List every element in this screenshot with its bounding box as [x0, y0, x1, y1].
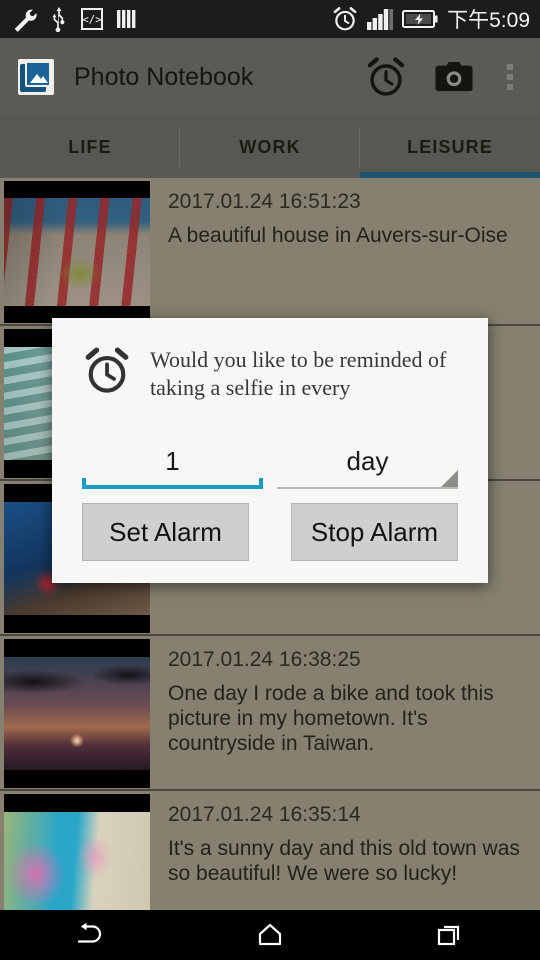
status-bar: </> 下午5:09 — [0, 0, 540, 38]
list-item-text: 2017.01.24 16:51:23 A beautiful house in… — [150, 178, 540, 258]
list-item-thumbnail[interactable] — [4, 794, 150, 910]
back-icon — [77, 922, 102, 943]
list-item[interactable]: 2017.01.24 16:38:25 One day I rode a bik… — [0, 636, 540, 791]
dialog-header: Would you like to be reminded of taking … — [82, 344, 458, 402]
list-item-thumbnail[interactable] — [4, 639, 150, 788]
list-item-description: A beautiful house in Auvers-sur-Oise — [168, 224, 508, 247]
camera-action-button[interactable] — [420, 38, 488, 116]
interval-value-text: 1 — [165, 446, 180, 476]
interval-unit-text: day — [346, 446, 389, 476]
tab-leisure[interactable]: LEISURE — [360, 116, 540, 178]
overflow-menu-icon — [507, 64, 513, 90]
svg-text:</>: </> — [82, 13, 102, 26]
list-item-date: 2017.01.24 16:38:25 — [168, 648, 361, 671]
code-icon: </> — [81, 8, 103, 30]
status-bar-right-icons: 下午5:09 — [332, 4, 530, 34]
list-item-thumbnail[interactable] — [4, 181, 150, 323]
tab-label: LEISURE — [407, 136, 493, 157]
list-item-description: It's a sunny day and this old town was s… — [168, 837, 520, 885]
alarm-dialog: Would you like to be reminded of taking … — [52, 318, 488, 583]
dialog-buttons: Set Alarm Stop Alarm — [82, 503, 458, 561]
status-bar-clock: 下午5:09 — [447, 9, 530, 32]
tab-label: WORK — [239, 136, 301, 157]
tab-label: LIFE — [68, 136, 112, 157]
photo-album-icon — [18, 59, 54, 95]
app-bar-actions — [352, 38, 532, 116]
navigation-bar — [0, 910, 540, 960]
chevron-down-icon — [441, 470, 458, 487]
bars-icon — [117, 10, 136, 28]
interval-value-input[interactable]: 1 — [82, 446, 263, 489]
wrench-icon — [14, 9, 37, 32]
alarm-action-button[interactable] — [352, 38, 420, 116]
recents-icon — [437, 925, 460, 946]
overflow-menu-button[interactable] — [488, 38, 532, 116]
app-bar: Photo Notebook — [0, 38, 540, 116]
tab-life[interactable]: LIFE — [0, 116, 180, 178]
camera-icon — [435, 61, 473, 92]
input-underline — [82, 485, 263, 489]
alarm-icon — [367, 57, 405, 96]
home-icon — [258, 923, 282, 946]
spinner-underline — [277, 487, 458, 489]
input-tick-right — [259, 478, 263, 489]
list-item[interactable]: 2017.01.24 16:35:14 It's a sunny day and… — [0, 791, 540, 910]
phone-screen: </> 下午5:09 Photo Notebook LIFE WORK LEIS… — [0, 0, 540, 960]
list-item-description: One day I rode a bike and took this pict… — [168, 682, 494, 755]
interval-unit-spinner[interactable]: day — [277, 446, 458, 489]
list-item-text: 2017.01.24 16:35:14 It's a sunny day and… — [150, 791, 540, 896]
dialog-fields: 1 day — [82, 446, 458, 489]
list-item-text: 2017.01.24 16:38:25 One day I rode a bik… — [150, 636, 540, 766]
recents-button[interactable] — [360, 910, 540, 960]
list-item-date: 2017.01.24 16:51:23 — [168, 190, 361, 213]
signal-icon — [367, 9, 394, 30]
page-title: Photo Notebook — [74, 62, 254, 91]
back-button[interactable] — [0, 910, 180, 960]
tab-bar: LIFE WORK LEISURE — [0, 116, 540, 178]
tab-work[interactable]: WORK — [180, 116, 360, 178]
list-item-date: 2017.01.24 16:35:14 — [168, 803, 361, 826]
list-item[interactable]: 2017.01.24 16:51:23 A beautiful house in… — [0, 178, 540, 326]
set-alarm-button[interactable]: Set Alarm — [82, 503, 249, 561]
alarm-icon — [333, 7, 357, 31]
battery-charging-icon — [402, 10, 438, 28]
status-bar-left-icons: </> — [12, 6, 136, 32]
stop-alarm-button[interactable]: Stop Alarm — [291, 503, 458, 561]
alarm-clock-icon — [85, 347, 129, 393]
usb-icon — [52, 6, 65, 32]
home-button[interactable] — [180, 910, 360, 960]
dialog-message: Would you like to be reminded of taking … — [150, 347, 447, 400]
